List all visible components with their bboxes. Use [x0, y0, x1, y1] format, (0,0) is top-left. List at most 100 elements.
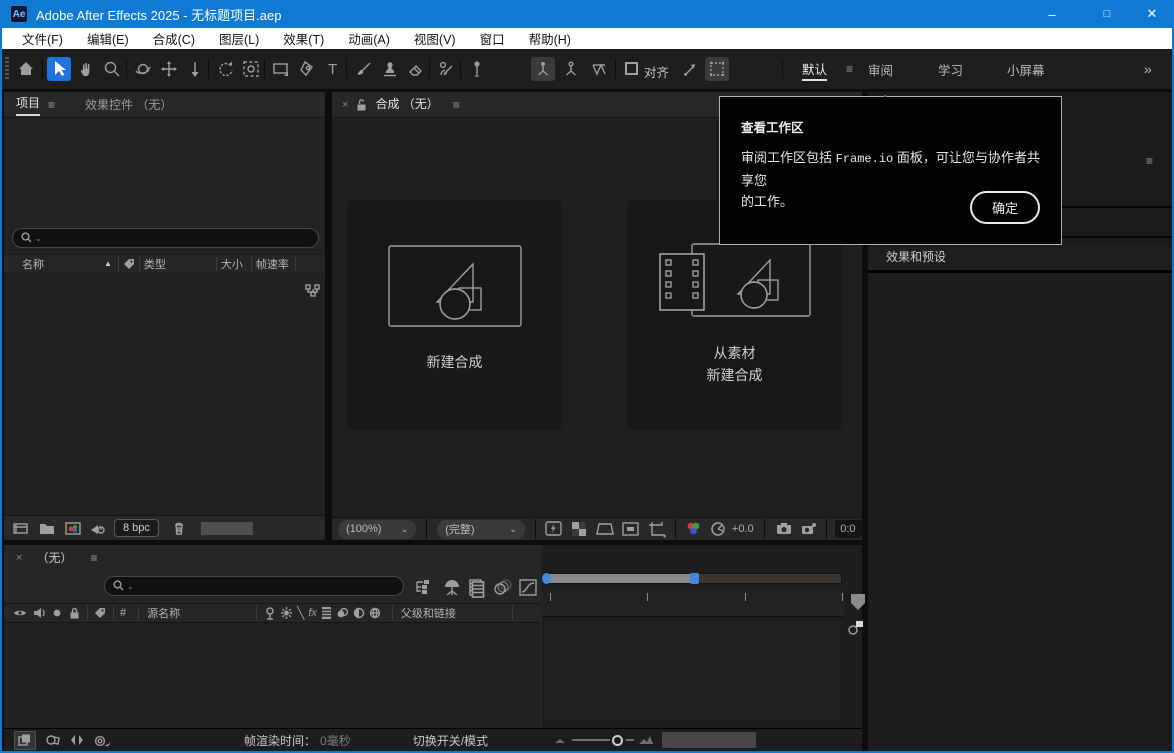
orbit-camera-tool-icon[interactable]	[131, 57, 155, 81]
home-icon[interactable]	[14, 57, 38, 81]
frame-blending-icon[interactable]	[467, 578, 487, 598]
layer-number-column[interactable]: #	[120, 607, 126, 619]
fast-previews-icon[interactable]	[544, 520, 563, 538]
dolly-camera-tool-icon[interactable]	[183, 57, 207, 81]
exposure-icon[interactable]	[709, 520, 726, 538]
solo-icon[interactable]	[51, 607, 63, 619]
timeline-layer-list[interactable]	[4, 623, 540, 728]
transparency-grid-icon[interactable]	[570, 520, 587, 538]
toggle-switches-modes-button[interactable]: 切换开关/模式	[413, 732, 488, 749]
quality-switch-icon[interactable]: ╲	[297, 606, 304, 620]
rectangle-tool-icon[interactable]	[269, 57, 293, 81]
in-out-pane-toggle[interactable]	[69, 732, 85, 748]
workspace-overflow-chevron-icon[interactable]: »	[1144, 57, 1152, 81]
pan-camera-tool-icon[interactable]	[157, 57, 181, 81]
grid-guides-icon[interactable]	[647, 520, 666, 538]
proxy-settings-icon[interactable]	[88, 520, 106, 536]
workspace-default-menu-icon[interactable]: ≡	[846, 62, 853, 76]
workspace-tab-small-screen[interactable]: 小屏幕	[1007, 57, 1045, 81]
menu-composition[interactable]: 合成(C)	[141, 29, 207, 48]
menu-animation[interactable]: 动画(A)	[336, 29, 402, 48]
shy-switch-icon[interactable]	[263, 605, 277, 621]
local-axis-mode-icon[interactable]	[531, 57, 555, 81]
zoom-tool-icon[interactable]	[100, 57, 124, 81]
comp-marker-bin-icon[interactable]	[850, 593, 866, 611]
pen-tool-icon[interactable]	[295, 57, 319, 81]
minimize-button[interactable]: –	[1030, 0, 1074, 28]
tab-composition[interactable]: 合成 （无）	[375, 95, 438, 115]
video-eye-icon[interactable]	[12, 606, 28, 620]
timeline-label-icon[interactable]	[93, 606, 107, 620]
menu-window[interactable]: 窗口	[468, 29, 517, 48]
snap-transform-box-icon[interactable]	[705, 57, 729, 81]
transfer-controls-pane-toggle[interactable]	[44, 732, 62, 748]
adjustment-layer-switch-icon[interactable]	[352, 605, 366, 621]
project-item-list[interactable]	[4, 274, 325, 515]
snap-extend-icon[interactable]	[678, 57, 702, 81]
menu-effect[interactable]: 效果(T)	[271, 29, 336, 48]
menu-view[interactable]: 视图(V)	[402, 29, 468, 48]
column-name[interactable]: 名称	[22, 256, 44, 272]
workspace-tab-learn[interactable]: 学习	[938, 57, 963, 81]
zoom-out-mountain-icon[interactable]	[554, 735, 566, 745]
source-name-column[interactable]: 源名称	[147, 605, 180, 621]
time-ruler[interactable]	[542, 591, 844, 617]
exposure-value[interactable]: +0.0	[732, 523, 754, 535]
puppet-pin-tool-icon[interactable]	[465, 57, 489, 81]
world-axis-mode-icon[interactable]	[559, 57, 583, 81]
work-area-bar[interactable]	[548, 574, 692, 583]
render-time-pane-toggle[interactable]	[92, 732, 112, 748]
column-type[interactable]: 类型	[144, 256, 166, 272]
column-size[interactable]: 大小	[221, 256, 243, 272]
comp-button-icon[interactable]	[846, 619, 864, 637]
camera-tool-icon[interactable]	[239, 57, 263, 81]
timeline-tab-label[interactable]: （无）	[36, 549, 72, 566]
new-folder-icon[interactable]	[38, 520, 56, 536]
zoom-in-mountain-icon[interactable]	[638, 734, 654, 746]
color-depth-button[interactable]: 8 bpc	[114, 519, 159, 537]
timeline-hscrollbar-thumb[interactable]	[662, 732, 756, 748]
collapse-transformations-icon[interactable]	[279, 605, 294, 621]
project-panel-menu-icon[interactable]: ≡	[48, 98, 55, 112]
unlock-icon[interactable]	[355, 98, 368, 112]
comp-panel-menu-icon[interactable]: ≡	[453, 98, 460, 112]
workspace-tab-default[interactable]: 默认	[802, 57, 827, 81]
menu-help[interactable]: 帮助(H)	[517, 29, 583, 48]
magnification-dropdown[interactable]: (100%)⌄	[338, 520, 416, 539]
snap-checkbox-icon[interactable]	[620, 57, 644, 81]
brush-tool-icon[interactable]	[352, 57, 376, 81]
effects-presets-body[interactable]	[868, 273, 1173, 751]
timeline-search-input[interactable]: ⌄	[104, 576, 404, 596]
project-flowchart-icon[interactable]	[305, 284, 321, 298]
sort-ascending-icon[interactable]: ▲	[104, 259, 112, 268]
effects-switch-icon[interactable]: fx	[308, 607, 317, 619]
column-framerate[interactable]: 帧速率	[256, 256, 289, 272]
draft-3d-icon[interactable]	[441, 578, 463, 598]
work-area-start-handle[interactable]	[542, 573, 551, 584]
toolbar-grip-handle[interactable]	[5, 57, 9, 81]
hand-tool-icon[interactable]	[75, 57, 99, 81]
resolution-dropdown[interactable]: (完整)⌄	[437, 520, 525, 539]
roto-brush-tool-icon[interactable]	[434, 57, 458, 81]
3d-layer-switch-icon[interactable]	[368, 605, 382, 621]
menu-layer[interactable]: 图层(L)	[207, 29, 271, 48]
motion-blur-icon[interactable]	[492, 578, 514, 598]
snapshot-camera-icon[interactable]	[775, 520, 794, 538]
snap-label[interactable]: 对齐	[644, 62, 669, 81]
show-snapshot-icon[interactable]	[799, 520, 818, 538]
selection-tool-icon[interactable]	[47, 57, 71, 81]
tooltip-ok-button[interactable]: 确定	[970, 191, 1040, 224]
menu-edit[interactable]: 编辑(E)	[75, 29, 141, 48]
motion-blur-switch-icon[interactable]	[335, 605, 350, 621]
audio-icon[interactable]	[32, 606, 46, 620]
tab-project[interactable]: 项目	[16, 94, 40, 116]
effects-presets-header[interactable]: 效果和预设	[868, 244, 1173, 270]
region-of-interest-icon[interactable]	[621, 520, 640, 538]
info-panel-menu-icon[interactable]: ≡	[1146, 154, 1153, 168]
mask-visibility-icon[interactable]	[594, 520, 615, 538]
view-axis-mode-icon[interactable]	[587, 57, 611, 81]
timeline-zoom-knob[interactable]	[612, 735, 623, 746]
comp-mini-flowchart-icon[interactable]	[414, 578, 436, 598]
close-button[interactable]: ✕	[1130, 0, 1174, 28]
lock-icon[interactable]	[68, 606, 81, 620]
